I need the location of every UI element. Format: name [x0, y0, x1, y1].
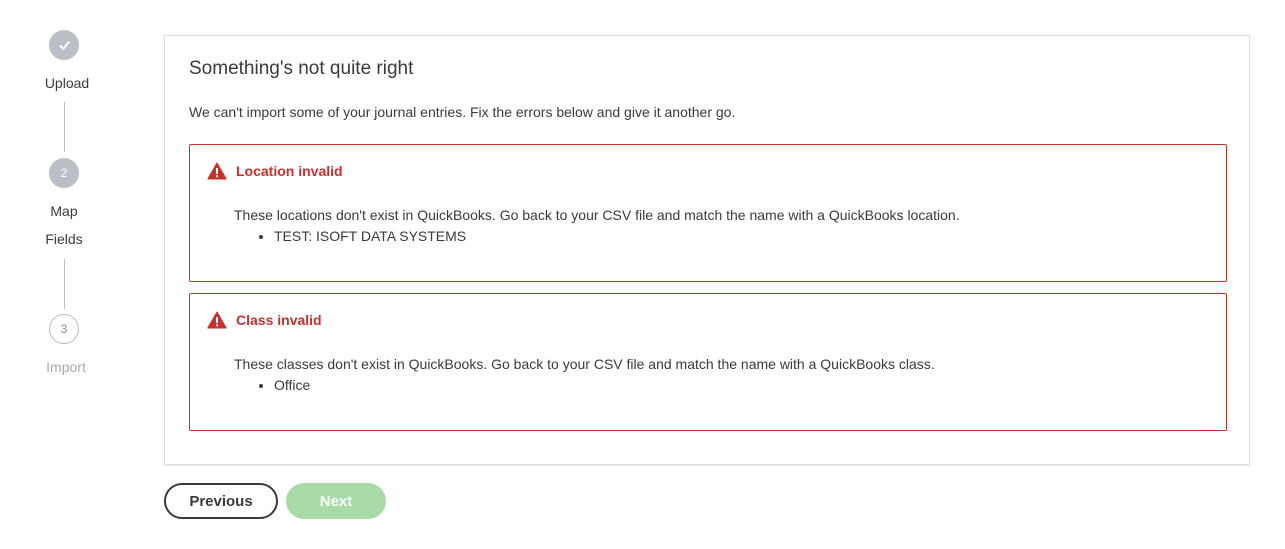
step-number: 2	[60, 166, 68, 180]
next-button[interactable]: Next	[286, 483, 386, 519]
error-body: These classes don't exist in QuickBooks.…	[234, 354, 935, 396]
step-map-fields-label-line2: Fields	[45, 231, 83, 247]
error-body: These locations don't exist in QuickBook…	[234, 205, 960, 247]
error-box-location: Location invalid These locations don't e…	[189, 144, 1227, 282]
step-upload-label: Upload	[44, 75, 90, 91]
step-import-label: Import	[46, 359, 86, 375]
step-map-fields-label-line1: Map	[50, 203, 78, 219]
import-journal-entries-page: Upload 2 Map Fields 3 Import Something's…	[0, 0, 1285, 549]
error-item: TEST: ISOFT DATA SYSTEMS	[274, 226, 960, 247]
error-box-class: Class invalid These classes don't exist …	[189, 293, 1227, 431]
checkmark-icon	[58, 40, 70, 50]
warning-triangle-icon	[207, 311, 227, 329]
error-title: Location invalid	[236, 163, 343, 179]
previous-button[interactable]: Previous	[164, 483, 278, 519]
error-title: Class invalid	[236, 312, 322, 328]
card-description: We can't import some of your journal ent…	[189, 104, 736, 120]
error-header: Location invalid	[207, 162, 343, 180]
step-upload-circle	[49, 30, 79, 60]
error-item-list: TEST: ISOFT DATA SYSTEMS	[234, 226, 960, 247]
card-title: Something's not quite right	[189, 58, 414, 79]
step-map-fields-circle: 2	[49, 158, 79, 188]
error-item-list: Office	[234, 375, 935, 396]
step-connector	[64, 259, 65, 309]
warning-triangle-icon	[207, 162, 227, 180]
error-item: Office	[274, 375, 935, 396]
error-message: These classes don't exist in QuickBooks.…	[234, 356, 935, 372]
step-number: 3	[60, 322, 68, 336]
error-header: Class invalid	[207, 311, 322, 329]
error-card: Something's not quite right We can't imp…	[164, 35, 1250, 465]
step-import-circle: 3	[49, 314, 79, 344]
step-connector	[64, 102, 65, 152]
error-message: These locations don't exist in QuickBook…	[234, 207, 960, 223]
